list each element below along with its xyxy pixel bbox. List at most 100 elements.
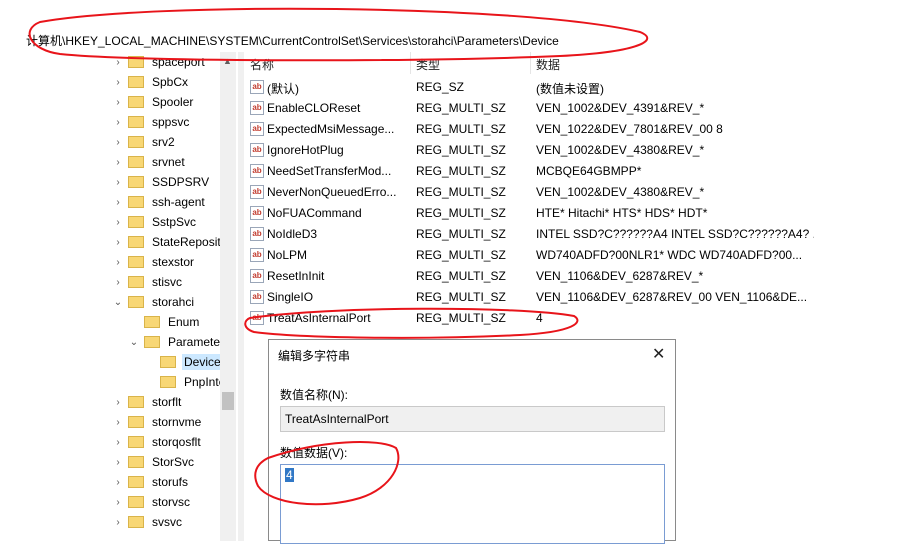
chevron-right-icon[interactable]: › bbox=[112, 437, 124, 448]
string-value-icon: ab bbox=[250, 248, 264, 262]
value-type: REG_MULTI_SZ bbox=[416, 227, 506, 241]
registry-tree[interactable]: › spaceport › SpbCx › Spooler › sppsvc › srv2… bbox=[0, 52, 238, 541]
string-value-icon: ab bbox=[250, 143, 264, 157]
value-row[interactable]: ab NoFUACommand REG_MULTI_SZ HTE* Hitachi* … bbox=[244, 203, 918, 224]
tree-item-storahci[interactable]: ⌄ storahci bbox=[112, 292, 196, 312]
folder-icon bbox=[128, 56, 144, 68]
value-name: NoLPM bbox=[267, 248, 308, 262]
chevron-right-icon[interactable]: › bbox=[112, 277, 124, 288]
tree-item-storsvc[interactable]: › StorSvc bbox=[112, 452, 196, 472]
tree-item-staterepository[interactable]: › StateReposit bbox=[112, 232, 223, 252]
tree-item-spooler[interactable]: › Spooler bbox=[112, 92, 195, 112]
folder-icon bbox=[128, 96, 144, 108]
tree-item-spaceport[interactable]: › spaceport bbox=[112, 52, 207, 72]
column-header-data[interactable]: 数据 bbox=[536, 56, 560, 73]
tree-item-spbcx[interactable]: › SpbCx bbox=[112, 72, 190, 92]
tree-item-device[interactable]: Device bbox=[144, 352, 223, 372]
chevron-right-icon[interactable]: › bbox=[112, 217, 124, 228]
tree-item-sppsvc[interactable]: › sppsvc bbox=[112, 112, 191, 132]
value-row-treatasinternalport[interactable]: ab TreatAsInternalPort REG_MULTI_SZ 4 bbox=[244, 308, 918, 329]
string-value-icon: ab bbox=[250, 311, 264, 325]
chevron-down-icon[interactable]: ⌄ bbox=[112, 297, 124, 308]
chevron-right-icon[interactable]: › bbox=[112, 197, 124, 208]
tree-item-stexstor[interactable]: › stexstor bbox=[112, 252, 196, 272]
chevron-right-icon[interactable]: › bbox=[112, 177, 124, 188]
tree-item-stisvc[interactable]: › stisvc bbox=[112, 272, 184, 292]
column-separator[interactable] bbox=[410, 52, 411, 74]
tree-item-svsvc[interactable]: › svsvc bbox=[112, 512, 184, 532]
scroll-up-arrow-icon[interactable]: ▲ bbox=[223, 56, 232, 66]
value-row[interactable]: ab NoIdleD3 REG_MULTI_SZ INTEL SSD?C??????A… bbox=[244, 224, 918, 245]
tree-item-storvsc[interactable]: › storvsc bbox=[112, 492, 192, 512]
tree-item-storufs[interactable]: › storufs bbox=[112, 472, 190, 492]
value-data: HTE* Hitachi* HTS* HDS* HDT* bbox=[536, 206, 708, 220]
value-row[interactable]: ab NeverNonQueuedErro... REG_MULTI_SZ VEN_1… bbox=[244, 182, 918, 203]
value-row[interactable]: ab ExpectedMsiMessage... REG_MULTI_SZ VEN_1… bbox=[244, 119, 918, 140]
chevron-right-icon[interactable]: › bbox=[112, 77, 124, 88]
value-data: MCBQE64GBMPP* bbox=[536, 164, 642, 178]
chevron-down-icon[interactable]: ⌄ bbox=[128, 337, 140, 348]
tree-item-ssdpsrv[interactable]: › SSDPSRV bbox=[112, 172, 211, 192]
tree-item-parameters[interactable]: ⌄ Parameter bbox=[128, 332, 226, 352]
chevron-right-icon[interactable]: › bbox=[112, 137, 124, 148]
chevron-right-icon[interactable]: › bbox=[112, 237, 124, 248]
value-row[interactable]: ab (默认) REG_SZ (数值未设置) bbox=[244, 77, 918, 98]
value-data-textarea[interactable]: 4 bbox=[280, 464, 665, 544]
chevron-right-icon[interactable]: › bbox=[112, 457, 124, 468]
tree-item-storflt[interactable]: › storflt bbox=[112, 392, 183, 412]
string-value-icon: ab bbox=[250, 290, 264, 304]
chevron-right-icon[interactable]: › bbox=[112, 517, 124, 528]
folder-icon bbox=[128, 196, 144, 208]
chevron-right-icon[interactable]: › bbox=[112, 397, 124, 408]
folder-icon bbox=[128, 276, 144, 288]
value-row[interactable]: ab NeedSetTransferMod... REG_MULTI_SZ MCBQE… bbox=[244, 161, 918, 182]
column-header-type[interactable]: 类型 bbox=[416, 56, 440, 73]
value-data: VEN_1106&DEV_6287&REV_* bbox=[536, 269, 704, 283]
chevron-right-icon[interactable]: › bbox=[112, 417, 124, 428]
value-row[interactable]: ab ResetInInit REG_MULTI_SZ VEN_1106&DEV_62… bbox=[244, 266, 918, 287]
tree-item-pnpinterface[interactable]: PnpInte bbox=[144, 372, 227, 392]
tree-item-srvnet[interactable]: › srvnet bbox=[112, 152, 187, 172]
value-name: ExpectedMsiMessage... bbox=[267, 122, 395, 136]
value-data: VEN_1002&DEV_4391&REV_* bbox=[536, 101, 705, 115]
folder-icon bbox=[128, 176, 144, 188]
tree-scroll-thumb[interactable] bbox=[222, 392, 234, 410]
tree-item-enum[interactable]: Enum bbox=[128, 312, 201, 332]
column-separator[interactable] bbox=[530, 52, 531, 74]
folder-icon bbox=[144, 316, 160, 328]
chevron-right-icon[interactable]: › bbox=[112, 97, 124, 108]
chevron-right-icon[interactable]: › bbox=[112, 57, 124, 68]
column-header-name[interactable]: 名称 bbox=[250, 56, 274, 73]
tree-item-sstpsvc[interactable]: › SstpSvc bbox=[112, 212, 198, 232]
address-path[interactable]: 计算机\HKEY_LOCAL_MACHINE\SYSTEM\CurrentCon… bbox=[26, 32, 559, 49]
tree-item-srv2[interactable]: › srv2 bbox=[112, 132, 177, 152]
tree-scrollbar[interactable]: ▲ bbox=[220, 52, 236, 541]
string-value-icon: ab bbox=[250, 101, 264, 115]
value-name: ResetInInit bbox=[267, 269, 325, 283]
chevron-right-icon[interactable]: › bbox=[112, 257, 124, 268]
value-row[interactable]: ab NoLPM REG_MULTI_SZ WD740ADFD?00NLR1* WDC… bbox=[244, 245, 918, 266]
value-data-label: 数值数据(V): bbox=[280, 446, 348, 460]
value-name: (默认) bbox=[267, 82, 299, 96]
value-row[interactable]: ab SingleIO REG_MULTI_SZ VEN_1106&DEV_6287&… bbox=[244, 287, 918, 308]
dialog-title: 编辑多字符串 bbox=[278, 349, 351, 363]
value-name-text: TreatAsInternalPort bbox=[285, 412, 389, 426]
value-data: VEN_1022&DEV_7801&REV_00 8 bbox=[536, 122, 723, 136]
value-row[interactable]: ab EnableCLOReset REG_MULTI_SZ VEN_1002&DEV… bbox=[244, 98, 918, 119]
value-type: REG_MULTI_SZ bbox=[416, 290, 506, 304]
value-row[interactable]: ab IgnoreHotPlug REG_MULTI_SZ VEN_1002&DEV_… bbox=[244, 140, 918, 161]
chevron-right-icon[interactable]: › bbox=[112, 477, 124, 488]
value-type: REG_MULTI_SZ bbox=[416, 143, 506, 157]
close-icon[interactable]: ✕ bbox=[652, 344, 665, 364]
chevron-right-icon[interactable]: › bbox=[112, 157, 124, 168]
folder-open-icon bbox=[128, 296, 144, 308]
chevron-right-icon[interactable]: › bbox=[112, 497, 124, 508]
tree-item-stornvme[interactable]: › stornvme bbox=[112, 412, 203, 432]
value-name: SingleIO bbox=[267, 290, 314, 304]
chevron-right-icon[interactable]: › bbox=[112, 117, 124, 128]
address-bar[interactable]: 计算机\HKEY_LOCAL_MACHINE\SYSTEM\CurrentCon… bbox=[0, 0, 918, 52]
tree-item-storqosflt[interactable]: › storqosflt bbox=[112, 432, 203, 452]
value-type: REG_MULTI_SZ bbox=[416, 122, 506, 136]
folder-icon bbox=[128, 416, 144, 428]
tree-item-ssh-agent[interactable]: › ssh-agent bbox=[112, 192, 207, 212]
